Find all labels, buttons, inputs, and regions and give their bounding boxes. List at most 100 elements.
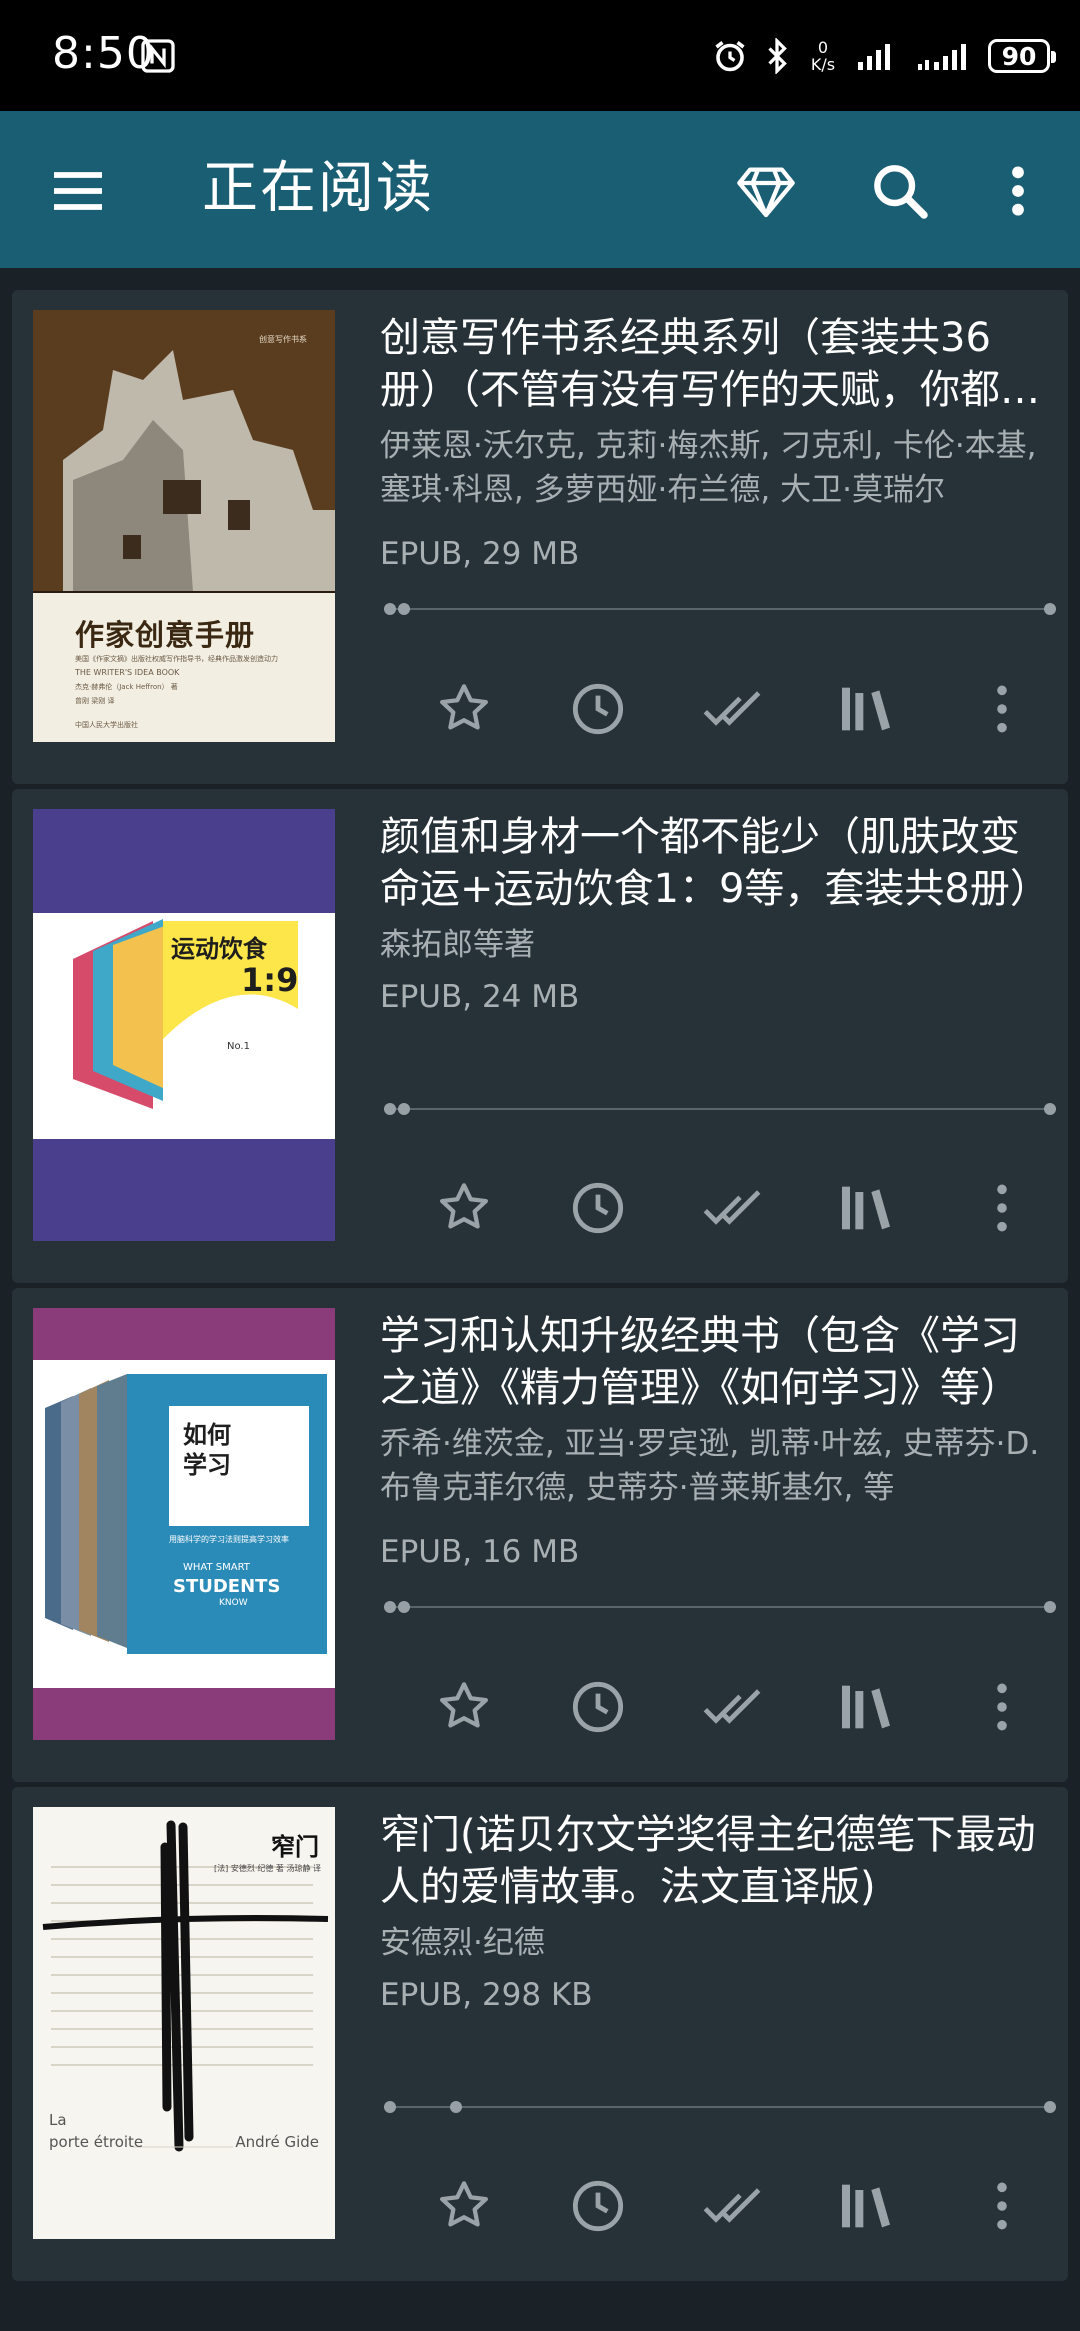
reading-history-button[interactable] xyxy=(566,1176,630,1240)
cover-series: 创意写作书系 xyxy=(259,335,307,344)
double-check-icon xyxy=(703,1190,761,1225)
favorite-button[interactable] xyxy=(432,2174,496,2238)
progress-track xyxy=(384,1606,1056,1608)
add-to-shelf-button[interactable] xyxy=(834,677,898,741)
library-icon xyxy=(842,1186,890,1230)
book-actions xyxy=(12,1667,1068,1747)
cover-english-3: KNOW xyxy=(219,1598,248,1608)
more-vertical-icon xyxy=(997,1184,1007,1232)
favorite-button[interactable] xyxy=(432,677,496,741)
star-icon xyxy=(440,1682,488,1728)
mark-finished-button[interactable] xyxy=(700,677,764,741)
reading-progress xyxy=(384,1600,1056,1614)
progress-thumb xyxy=(450,2101,462,2113)
more-vertical-icon xyxy=(997,685,1007,733)
cover-credit: [法] 安德烈·纪德 著 汤琼静 译 xyxy=(214,1864,321,1873)
more-vertical-icon xyxy=(997,2182,1007,2230)
signal-icon xyxy=(858,44,890,70)
search-icon[interactable] xyxy=(868,159,932,223)
star-icon xyxy=(440,2181,488,2227)
reading-history-button[interactable] xyxy=(566,2174,630,2238)
progress-start xyxy=(384,2101,396,2113)
mark-finished-button[interactable] xyxy=(700,1176,764,1240)
book-more-button[interactable] xyxy=(970,1675,1034,1739)
alarm-icon xyxy=(715,41,745,72)
cover-english-1: WHAT SMART xyxy=(183,1562,250,1573)
network-speed: 0 K/s xyxy=(806,39,840,73)
cover-title: 如何学习 xyxy=(183,1421,231,1479)
favorite-button[interactable] xyxy=(432,1176,496,1240)
clock-icon xyxy=(572,2180,624,2232)
book-authors: 乔希·维茨金, 亚当·罗宾逊, 凯蒂·叶兹, 史蒂芬·D.布鲁克菲尔德, 史蒂芬… xyxy=(380,1426,1040,1506)
double-check-icon xyxy=(703,1689,761,1724)
clock-icon xyxy=(572,1681,624,1733)
network-speed-unit: K/s xyxy=(810,55,836,74)
book-title[interactable]: 创意写作书系经典系列（套装共36册）（不管有没有写作的天赋，你都可以学会写作） xyxy=(380,312,1040,416)
book-more-button[interactable] xyxy=(970,677,1034,741)
star-icon xyxy=(440,1183,488,1229)
favorite-button[interactable] xyxy=(432,1675,496,1739)
reading-progress xyxy=(384,602,1056,616)
cover-ratio: 1:9 xyxy=(241,961,299,999)
more-vertical-icon xyxy=(997,1683,1007,1731)
signal-2-icon xyxy=(918,44,966,70)
book-format-size: EPUB, 298 KB xyxy=(380,1977,593,2013)
book-card[interactable]: 运动饮食 1:9 No.1 颜值和身材一个都不能少（肌肤改变命运+运动饮食1：9… xyxy=(12,789,1068,1283)
status-bar: 8:50 0 K/s 90 xyxy=(0,0,1080,111)
book-title[interactable]: 颜值和身材一个都不能少（肌肤改变命运+运动饮食1：9等，套装共8册） xyxy=(380,811,1040,915)
bluetooth-icon xyxy=(768,38,787,74)
book-title[interactable]: 学习和认知升级经典书（包含《学习之道》《精力管理》《如何学习》等） xyxy=(380,1310,1040,1414)
progress-start xyxy=(384,603,396,615)
add-to-shelf-button[interactable] xyxy=(834,1176,898,1240)
progress-thumb xyxy=(398,1103,410,1115)
add-to-shelf-button[interactable] xyxy=(834,1675,898,1739)
mark-finished-button[interactable] xyxy=(700,1675,764,1739)
cover-title: 运动饮食 xyxy=(171,935,267,963)
diamond-icon[interactable] xyxy=(734,159,798,223)
app-bar: 正在阅读 xyxy=(0,111,1080,268)
progress-track xyxy=(384,2106,1056,2108)
book-title[interactable]: 窄门(诺贝尔文学奖得主纪德笔下最动人的爱情故事。法文直译版) xyxy=(380,1809,1040,1913)
double-check-icon xyxy=(703,2188,761,2223)
progress-end xyxy=(1044,1601,1056,1613)
book-more-button[interactable] xyxy=(970,2174,1034,2238)
menu-icon[interactable] xyxy=(46,159,110,223)
progress-track xyxy=(384,1108,1056,1110)
book-actions xyxy=(12,2166,1068,2246)
add-to-shelf-button[interactable] xyxy=(834,2174,898,2238)
clock-icon xyxy=(572,683,624,735)
book-format-size: EPUB, 16 MB xyxy=(380,1534,580,1570)
book-card[interactable]: 创意写作书系 作家创意手册 美国《作家文摘》出版社权威写作指导书，经典作品激发创… xyxy=(12,290,1068,784)
clock-icon xyxy=(572,1182,624,1234)
reading-history-button[interactable] xyxy=(566,677,630,741)
cover-subtitle: 用脑科学的学习法则提高学习效率 xyxy=(169,1535,289,1544)
progress-end xyxy=(1044,2101,1056,2113)
page-title: 正在阅读 xyxy=(202,156,434,221)
library-icon xyxy=(842,1685,890,1729)
network-speed-value: 0 xyxy=(817,38,829,57)
progress-track xyxy=(384,608,1056,610)
book-format-size: EPUB, 29 MB xyxy=(380,536,580,572)
star-icon xyxy=(440,684,488,730)
cover-subtitle: 美国《作家文摘》出版社权威写作指导书，经典作品激发创造动力 xyxy=(75,655,278,663)
progress-start xyxy=(384,1103,396,1115)
library-icon xyxy=(842,687,890,731)
reading-progress xyxy=(384,1102,1056,1116)
book-authors: 安德烈·纪德 xyxy=(380,1925,545,1961)
reading-history-button[interactable] xyxy=(566,1675,630,1739)
reading-progress xyxy=(384,2100,1056,2114)
book-format-size: EPUB, 24 MB xyxy=(380,979,580,1015)
progress-end xyxy=(1044,603,1056,615)
mark-finished-button[interactable] xyxy=(700,2174,764,2238)
book-card[interactable]: 如何学习 用脑科学的学习法则提高学习效率 WHAT SMART STUDENTS… xyxy=(12,1288,1068,1782)
more-vertical-icon[interactable] xyxy=(986,159,1050,223)
book-card[interactable]: 窄门 [法] 安德烈·纪德 著 汤琼静 译 La porte étroite A… xyxy=(12,1787,1068,2281)
book-authors: 森拓郎等著 xyxy=(380,927,535,963)
progress-end xyxy=(1044,1103,1056,1115)
book-actions xyxy=(12,1168,1068,1248)
progress-thumb xyxy=(398,603,410,615)
library-icon xyxy=(842,2184,890,2228)
book-more-button[interactable] xyxy=(970,1176,1034,1240)
double-check-icon xyxy=(703,691,761,726)
cover-french-title-2: porte étroite xyxy=(49,2133,144,2151)
